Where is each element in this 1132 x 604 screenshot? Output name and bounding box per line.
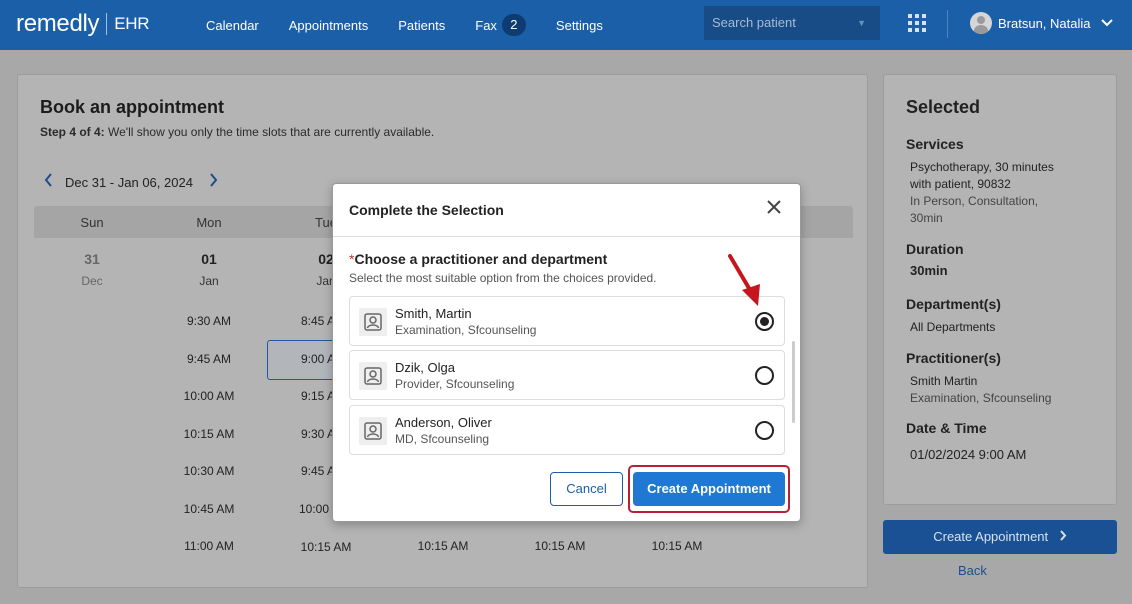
time-slot[interactable]: 10:45 AM bbox=[154, 502, 264, 516]
cancel-button[interactable]: Cancel bbox=[550, 472, 623, 506]
nav-fax[interactable]: Fax 2 bbox=[475, 14, 526, 36]
practitioner-option[interactable]: Anderson, Oliver MD, Sfcounseling bbox=[349, 405, 785, 455]
duration-label: Duration bbox=[906, 241, 964, 257]
user-card-icon bbox=[359, 362, 387, 390]
step-indicator: Step 4 of 4: We'll show you only the tim… bbox=[40, 125, 434, 139]
time-slot[interactable]: 10:15 AM bbox=[388, 539, 498, 553]
practitioner-name: Smith Martin bbox=[910, 374, 978, 388]
question-hint: Select the most suitable option from the… bbox=[349, 271, 657, 285]
apps-grid-icon[interactable] bbox=[908, 14, 926, 32]
nav-patients[interactable]: Patients bbox=[398, 18, 445, 33]
time-slot[interactable]: 10:30 AM bbox=[154, 464, 264, 478]
logo-main: remedly bbox=[16, 10, 100, 37]
dialog-title: Complete the Selection bbox=[349, 202, 504, 218]
time-slot[interactable]: 9:45 AM bbox=[154, 352, 264, 366]
services-line: 30min bbox=[910, 211, 943, 225]
time-slot[interactable]: 9:30 AM bbox=[154, 314, 264, 328]
week-range: Dec 31 - Jan 06, 2024 bbox=[65, 174, 193, 190]
time-slot[interactable]: 10:00 AM bbox=[154, 389, 264, 403]
main-nav: Calendar Appointments Patients Fax 2 Set… bbox=[206, 0, 633, 50]
practitioner-label: Practitioner(s) bbox=[906, 350, 1001, 366]
chevron-right-icon[interactable] bbox=[209, 173, 218, 191]
practitioner-radio[interactable] bbox=[755, 421, 774, 440]
page-title: Book an appointment bbox=[40, 97, 224, 117]
selected-title: Selected bbox=[906, 97, 981, 117]
header-divider bbox=[947, 10, 948, 38]
day-name: Sun bbox=[80, 215, 104, 230]
day-month: Dec bbox=[81, 274, 103, 288]
services-line: Psychotherapy, 30 minutes bbox=[910, 160, 1054, 174]
question-text: Choose a practitioner and department bbox=[354, 251, 608, 267]
close-icon[interactable] bbox=[766, 199, 782, 219]
chevron-down-icon: ▼ bbox=[857, 18, 866, 28]
user-name: Bratsun, Natalia bbox=[998, 15, 1091, 31]
time-slot[interactable]: 10:15 AM bbox=[154, 427, 264, 441]
selected-summary-panel: Selected Services Psychotherapy, 30 minu… bbox=[883, 74, 1117, 505]
services-line: In Person, Consultation, bbox=[910, 194, 1039, 208]
practitioner-option[interactable]: Dzik, Olga Provider, Sfcounseling bbox=[349, 350, 785, 400]
practitioner-value: Smith Martin Examination, Sfcounseling bbox=[910, 373, 1100, 407]
day-name: Mon bbox=[196, 215, 222, 230]
services-value: Psychotherapy, 30 minutes with patient, … bbox=[910, 159, 1100, 227]
nav-appointments[interactable]: Appointments bbox=[289, 18, 369, 33]
app-logo[interactable]: remedly EHR bbox=[16, 10, 150, 38]
nav-fax-label: Fax bbox=[475, 17, 497, 33]
step-label: Step 4 of 4: bbox=[40, 125, 105, 139]
annotation-arrow-icon bbox=[720, 250, 770, 315]
time-slot[interactable]: 10:15 AM bbox=[271, 540, 381, 554]
dialog-header: Complete the Selection bbox=[333, 184, 800, 237]
time-slot[interactable]: 11:00 AM bbox=[154, 539, 264, 553]
search-patient-input[interactable]: Search patient ▼ bbox=[704, 6, 880, 40]
department-value: All Departments bbox=[910, 320, 996, 334]
day-number: 31 bbox=[84, 251, 100, 267]
create-appointment-button[interactable]: Create Appointment bbox=[633, 472, 785, 506]
chevron-right-icon bbox=[1060, 529, 1067, 544]
day-month: Jan bbox=[199, 274, 219, 288]
practitioner-name: Smith, Martin bbox=[395, 306, 472, 321]
practitioner-question: *Choose a practitioner and department bbox=[349, 251, 607, 267]
practitioner-name: Anderson, Oliver bbox=[395, 415, 492, 430]
step-text: We'll show you only the time slots that … bbox=[104, 125, 435, 139]
practitioner-name: Dzik, Olga bbox=[395, 360, 455, 375]
services-label: Services bbox=[906, 136, 964, 152]
day-number: 01 bbox=[201, 251, 217, 267]
create-appointment-label: Create Appointment bbox=[933, 529, 1049, 544]
user-card-icon bbox=[359, 308, 387, 336]
top-nav-bar: remedly EHR Calendar Appointments Patien… bbox=[0, 0, 1132, 50]
user-card-icon bbox=[359, 417, 387, 445]
back-link[interactable]: Back bbox=[958, 563, 987, 578]
user-menu[interactable]: Bratsun, Natalia bbox=[970, 12, 1113, 34]
practitioner-sub: Examination, Sfcounseling bbox=[910, 391, 1052, 405]
logo-sub: EHR bbox=[106, 13, 150, 35]
search-placeholder: Search patient bbox=[712, 15, 796, 30]
chevron-down-icon bbox=[1100, 16, 1113, 30]
nav-calendar[interactable]: Calendar bbox=[206, 18, 259, 33]
department-label: Department(s) bbox=[906, 296, 1001, 312]
practitioner-radio[interactable] bbox=[755, 366, 774, 385]
nav-settings[interactable]: Settings bbox=[556, 18, 603, 33]
options-scrollbar[interactable] bbox=[792, 341, 795, 423]
practitioner-details: Provider, Sfcounseling bbox=[395, 377, 515, 391]
services-line: with patient, 90832 bbox=[910, 177, 1011, 191]
time-slot[interactable]: 10:15 AM bbox=[505, 539, 615, 553]
fax-count-badge: 2 bbox=[501, 14, 526, 36]
datetime-value: 01/02/2024 9:00 AM bbox=[910, 447, 1027, 462]
practitioner-details: Examination, Sfcounseling bbox=[395, 323, 537, 337]
chevron-left-icon[interactable] bbox=[44, 173, 53, 191]
time-slot[interactable]: 10:15 AM bbox=[622, 539, 732, 553]
avatar bbox=[970, 12, 992, 34]
week-navigator: Dec 31 - Jan 06, 2024 bbox=[44, 173, 218, 191]
datetime-label: Date & Time bbox=[906, 420, 987, 436]
practitioner-details: MD, Sfcounseling bbox=[395, 432, 490, 446]
create-appointment-button-main[interactable]: Create Appointment bbox=[883, 520, 1117, 554]
duration-value: 30min bbox=[910, 263, 948, 278]
complete-selection-dialog: Complete the Selection *Choose a practit… bbox=[332, 183, 801, 522]
